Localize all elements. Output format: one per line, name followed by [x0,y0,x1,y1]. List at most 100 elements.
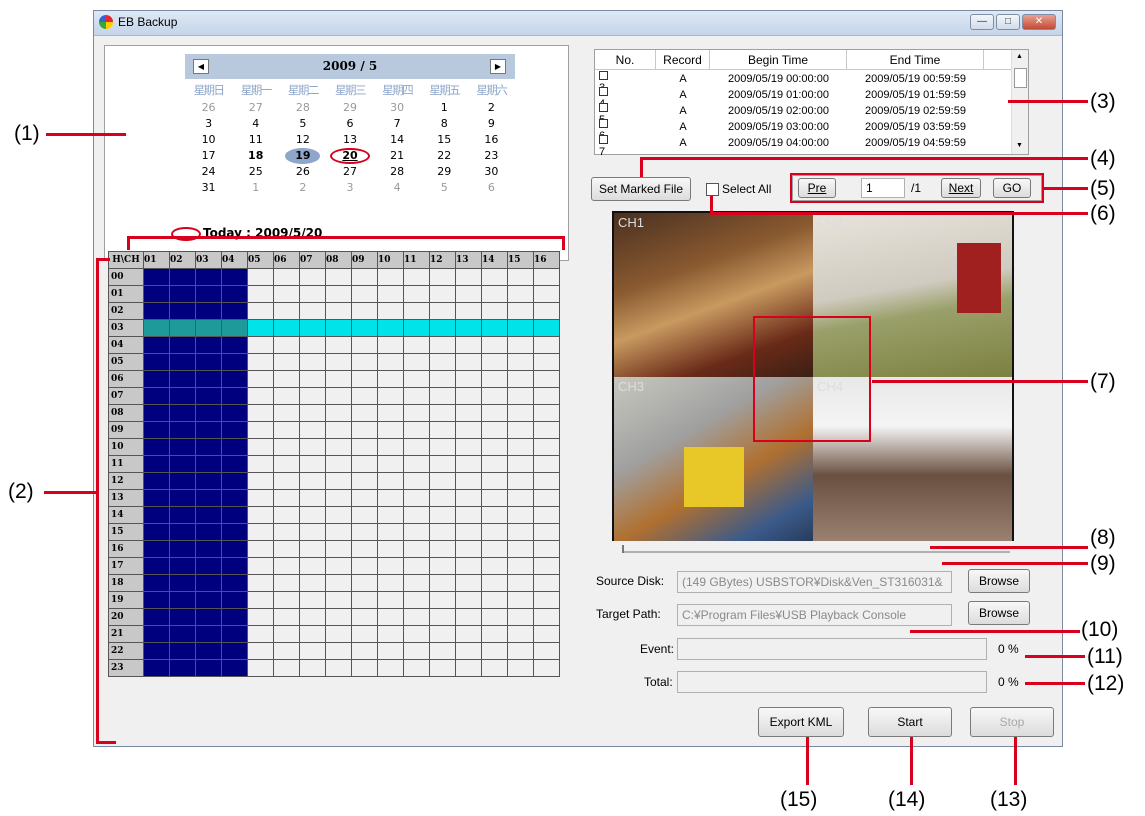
hour-channel-cell[interactable] [429,523,456,541]
calendar-day[interactable]: 29 [326,100,373,116]
hour-channel-cell[interactable] [351,268,378,286]
hour-channel-cell[interactable] [247,574,274,592]
hour-channel-cell[interactable] [429,608,456,626]
hour-channel-cell[interactable] [351,438,378,456]
hour-channel-cell[interactable] [143,268,170,286]
hour-channel-cell[interactable] [533,438,560,456]
hour-label[interactable]: 07 [108,387,144,405]
hour-channel-cell[interactable] [325,370,352,388]
hour-channel-cell[interactable] [299,438,326,456]
hour-channel-cell[interactable] [351,353,378,371]
calendar-day[interactable]: 18 [232,148,279,164]
hour-channel-cell[interactable] [273,540,300,558]
hour-channel-cell[interactable] [455,506,482,524]
hour-channel-cell[interactable] [325,421,352,439]
hour-channel-cell[interactable] [247,540,274,558]
hour-channel-cell[interactable] [143,489,170,507]
calendar-day[interactable]: 7 [374,116,421,132]
hour-channel-cell[interactable] [533,489,560,507]
hour-channel-cell[interactable] [429,336,456,354]
hour-channel-cell[interactable] [507,625,534,643]
hour-channel-cell[interactable] [455,472,482,490]
hour-channel-cell[interactable] [507,353,534,371]
hour-channel-cell[interactable] [455,659,482,677]
hour-channel-cell[interactable] [533,404,560,422]
hour-channel-cell[interactable] [533,540,560,558]
hour-channel-cell[interactable] [273,336,300,354]
hour-channel-cell[interactable] [195,336,222,354]
hour-channel-cell[interactable] [455,574,482,592]
hour-channel-cell[interactable] [195,557,222,575]
hour-channel-cell[interactable] [143,319,170,337]
hour-channel-cell[interactable] [351,336,378,354]
hour-channel-cell[interactable] [481,608,508,626]
hour-channel-cell[interactable] [195,455,222,473]
hour-channel-cell[interactable] [533,455,560,473]
hour-channel-cell[interactable] [351,421,378,439]
hour-channel-cell[interactable] [221,353,248,371]
hour-channel-cell[interactable] [351,489,378,507]
hour-channel-cell[interactable] [247,659,274,677]
hour-channel-cell[interactable] [351,659,378,677]
hour-label[interactable]: 08 [108,404,144,422]
hour-channel-cell[interactable] [377,574,404,592]
hour-channel-cell[interactable] [455,608,482,626]
calendar-day[interactable]: 26 [185,100,232,116]
hour-channel-cell[interactable] [455,642,482,660]
source-disk-field[interactable]: (149 GBytes) USBSTOR¥Disk&Ven_ST316031& [677,571,952,593]
hour-channel-cell[interactable] [299,387,326,405]
hour-channel-cell[interactable] [377,404,404,422]
hour-channel-cell[interactable] [195,302,222,320]
hour-channel-cell[interactable] [377,438,404,456]
hour-channel-cell[interactable] [455,489,482,507]
hour-channel-cell[interactable] [481,625,508,643]
hour-channel-cell[interactable] [351,523,378,541]
calendar-day[interactable]: 22 [421,148,468,164]
hour-channel-cell[interactable] [533,608,560,626]
calendar-day[interactable]: 3 [326,180,373,196]
calendar-day[interactable]: 5 [279,116,326,132]
hour-channel-cell[interactable] [533,625,560,643]
hour-channel-cell[interactable] [143,574,170,592]
hour-channel-cell[interactable] [507,642,534,660]
record-checkbox[interactable] [599,71,608,80]
hour-channel-cell[interactable] [481,455,508,473]
hour-channel-cell[interactable] [299,489,326,507]
calendar-day[interactable]: 25 [232,164,279,180]
hour-channel-cell[interactable] [533,268,560,286]
hour-channel-cell[interactable] [403,591,430,609]
hour-channel-cell[interactable] [507,455,534,473]
go-button[interactable]: GO [993,178,1031,198]
hour-channel-cell[interactable] [455,387,482,405]
hour-channel-cell[interactable] [377,455,404,473]
hour-channel-cell[interactable] [143,387,170,405]
hour-channel-cell[interactable] [429,472,456,490]
hour-channel-cell[interactable] [429,268,456,286]
channel-header[interactable]: 12 [429,251,456,269]
hour-channel-cell[interactable] [403,268,430,286]
hour-channel-cell[interactable] [455,404,482,422]
hour-channel-cell[interactable] [533,574,560,592]
slider-thumb[interactable] [622,545,624,553]
hour-channel-cell[interactable] [195,591,222,609]
hour-channel-cell[interactable] [377,472,404,490]
hour-channel-cell[interactable] [273,455,300,473]
hour-channel-cell[interactable] [377,387,404,405]
channel-header[interactable]: 10 [377,251,404,269]
hour-channel-cell[interactable] [273,625,300,643]
hour-channel-cell[interactable] [195,659,222,677]
hour-channel-cell[interactable] [325,523,352,541]
hour-channel-cell[interactable] [429,455,456,473]
hour-channel-cell[interactable] [325,387,352,405]
hour-channel-cell[interactable] [429,387,456,405]
hour-channel-cell[interactable] [221,574,248,592]
hour-label[interactable]: 17 [108,557,144,575]
hour-channel-cell[interactable] [351,472,378,490]
hour-label[interactable]: 02 [108,302,144,320]
record-row[interactable]: 7 A 2009/05/19 04:00:00 2009/05/19 04:59:59 [595,135,1013,158]
hour-channel-cell[interactable] [377,421,404,439]
calendar-day[interactable]: 9 [468,116,515,132]
hour-channel-cell[interactable] [143,591,170,609]
calendar-day[interactable]: 1 [421,100,468,116]
channel-header[interactable]: 06 [273,251,300,269]
